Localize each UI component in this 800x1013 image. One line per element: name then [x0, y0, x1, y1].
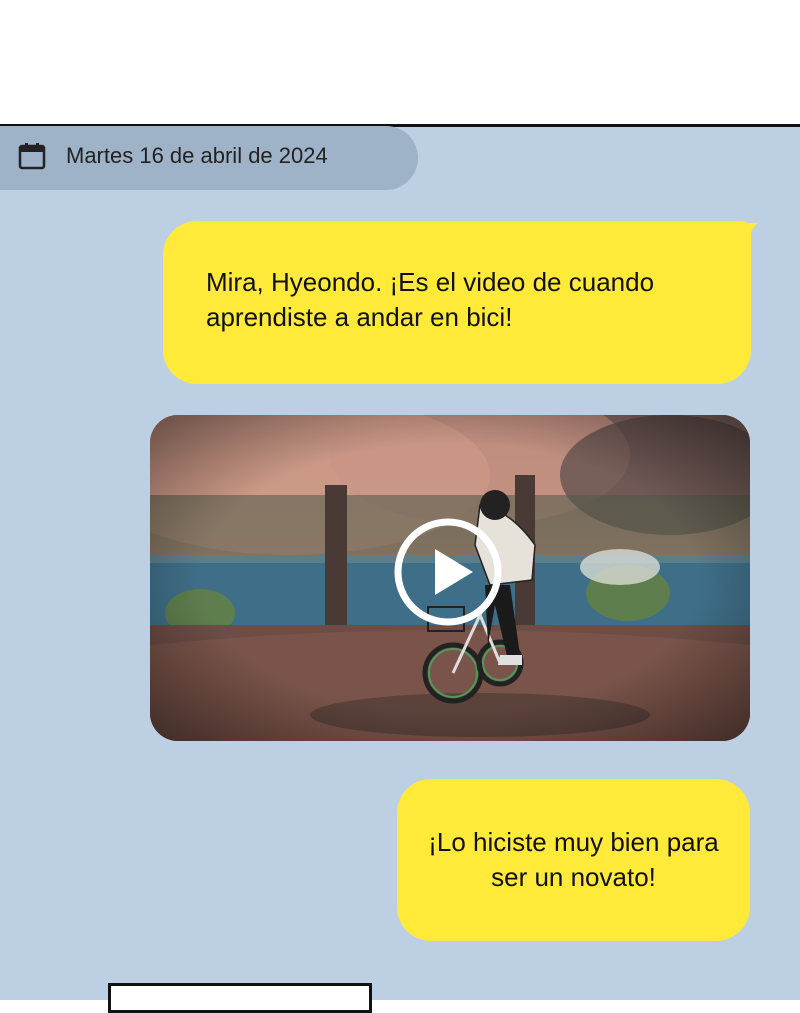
- top-white-margin: [0, 0, 800, 124]
- message-bubble-outgoing[interactable]: ¡Lo hiciste muy bien para ser un novato!: [397, 779, 750, 941]
- message-bubble-outgoing[interactable]: Mira, Hyeondo. ¡Es el video de cuando ap…: [163, 221, 751, 384]
- message-text: ¡Lo hiciste muy bien para ser un novato!: [428, 827, 719, 892]
- next-panel-frame: [108, 983, 372, 1013]
- play-icon[interactable]: [393, 517, 503, 627]
- bubble-tail: [736, 223, 758, 245]
- calendar-icon: [18, 143, 46, 170]
- message-text: Mira, Hyeondo. ¡Es el video de cuando ap…: [206, 267, 655, 332]
- date-text: Martes 16 de abril de 2024: [66, 143, 328, 168]
